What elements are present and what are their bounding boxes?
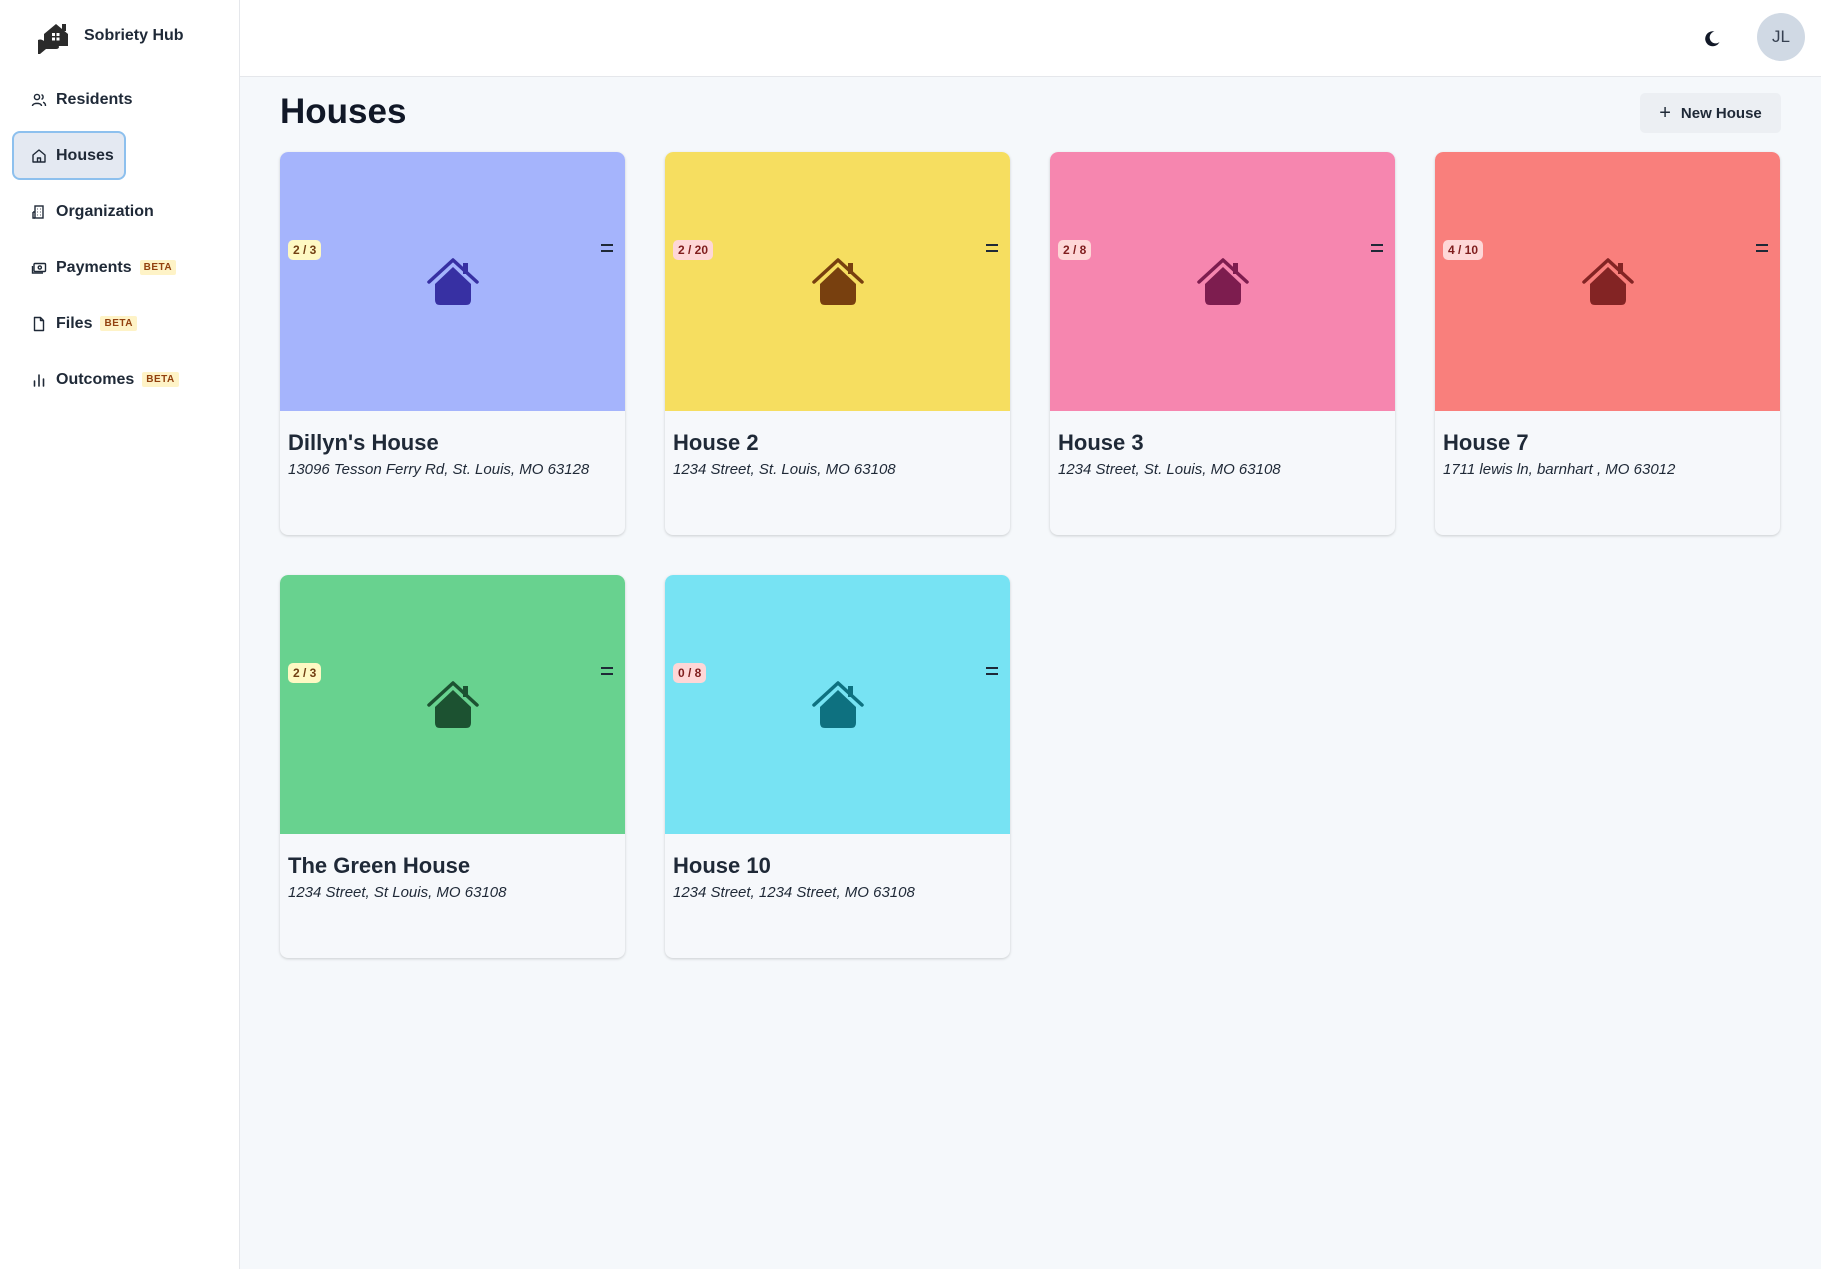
top-header: JL bbox=[240, 0, 1821, 77]
occupancy-badge: 2 / 3 bbox=[288, 240, 322, 260]
occupancy-badge: 2 / 20 bbox=[673, 240, 714, 260]
sidebar-item-label: Payments bbox=[56, 258, 132, 276]
drag-handle-icon[interactable] bbox=[1756, 244, 1768, 254]
drag-handle-icon[interactable] bbox=[1371, 244, 1383, 254]
house-card-body: House 7 1711 lewis ln, barnhart , MO 630… bbox=[1435, 411, 1780, 479]
house-icon bbox=[426, 257, 479, 305]
occupancy-badge: 2 / 8 bbox=[1058, 240, 1092, 260]
sidebar: Sobriety Hub Residents Houses Organizati… bbox=[0, 0, 240, 1269]
house-in-hand-logo bbox=[38, 24, 68, 54]
drag-handle-icon[interactable] bbox=[986, 244, 998, 254]
sidebar-item-residents[interactable]: Residents bbox=[14, 77, 226, 122]
sidebar-item-label: Files bbox=[56, 314, 93, 332]
avatar[interactable]: JL bbox=[1757, 13, 1805, 61]
house-name: House 10 bbox=[673, 853, 771, 878]
house-card-body: House 3 1234 Street, St. Louis, MO 63108 bbox=[1050, 411, 1395, 479]
house-card-body: House 2 1234 Street, St. Louis, MO 63108 bbox=[665, 411, 1010, 479]
app-name: Sobriety Hub bbox=[84, 27, 184, 44]
building-icon bbox=[31, 204, 47, 220]
file-icon bbox=[31, 316, 47, 332]
houses-grid: Dillyn's House 13096 Tesson Ferry Rd, St… bbox=[280, 152, 1781, 958]
sidebar-item-label: Residents bbox=[56, 90, 133, 108]
house-address: 1234 Street, St. Louis, MO 63108 bbox=[673, 461, 896, 478]
house-card-body: House 10 1234 Street, 1234 Street, MO 63… bbox=[665, 834, 1010, 902]
house-address: 1234 Street, 1234 Street, MO 63108 bbox=[673, 884, 915, 901]
house-card-body: The Green House 1234 Street, St Louis, M… bbox=[280, 834, 625, 902]
occupancy-badge: 0 / 8 bbox=[673, 663, 707, 683]
house-icon bbox=[426, 680, 479, 728]
house-card-image bbox=[280, 152, 625, 411]
house-card-image bbox=[1435, 152, 1780, 411]
sidebar-nav: Residents Houses Organization Payments B… bbox=[14, 77, 226, 413]
sidebar-item-outcomes[interactable]: Outcomes BETA bbox=[14, 357, 226, 402]
house-card-image bbox=[1050, 152, 1395, 411]
house-card-image bbox=[665, 152, 1010, 411]
drag-handle-icon[interactable] bbox=[986, 667, 998, 677]
house-name: Dillyn's House bbox=[288, 430, 439, 455]
home-icon bbox=[31, 148, 47, 164]
house-card[interactable]: The Green House 1234 Street, St Louis, M… bbox=[280, 575, 625, 958]
house-icon bbox=[1581, 257, 1634, 305]
beta-badge: BETA bbox=[139, 260, 177, 275]
new-house-label: New House bbox=[1680, 104, 1762, 122]
brand[interactable]: Sobriety Hub bbox=[36, 16, 184, 56]
sidebar-item-label: Outcomes bbox=[56, 370, 135, 388]
sidebar-item-organization[interactable]: Organization bbox=[14, 189, 226, 234]
house-card-image bbox=[665, 575, 1010, 834]
bar-chart-icon bbox=[31, 372, 47, 388]
occupancy-badge: 4 / 10 bbox=[1443, 240, 1484, 260]
house-name: House 3 bbox=[1058, 430, 1144, 455]
page-title: Houses bbox=[280, 92, 407, 131]
house-card[interactable]: Dillyn's House 13096 Tesson Ferry Rd, St… bbox=[280, 152, 625, 535]
sidebar-item-files[interactable]: Files BETA bbox=[14, 301, 226, 346]
house-name: House 2 bbox=[673, 430, 759, 455]
occupancy-badge: 2 / 3 bbox=[288, 663, 322, 683]
drag-handle-icon[interactable] bbox=[601, 667, 613, 677]
house-icon bbox=[1196, 257, 1249, 305]
sidebar-item-label: Houses bbox=[56, 146, 114, 164]
house-name: House 7 bbox=[1443, 430, 1529, 455]
house-address: 13096 Tesson Ferry Rd, St. Louis, MO 631… bbox=[288, 461, 590, 478]
plus-icon: + bbox=[1659, 102, 1671, 124]
payments-icon bbox=[31, 260, 47, 276]
new-house-button[interactable]: + New House bbox=[1640, 93, 1781, 133]
beta-badge: BETA bbox=[100, 316, 137, 331]
sidebar-item-label: Organization bbox=[56, 202, 154, 220]
house-address: 1234 Street, St. Louis, MO 63108 bbox=[1058, 461, 1281, 478]
house-card-image bbox=[280, 575, 625, 834]
house-address: 1711 lewis ln, barnhart , MO 63012 bbox=[1443, 461, 1676, 478]
users-icon bbox=[31, 92, 47, 108]
beta-badge: BETA bbox=[142, 372, 179, 387]
house-icon bbox=[811, 257, 864, 305]
sidebar-item-houses[interactable]: Houses bbox=[14, 133, 124, 178]
house-card[interactable]: House 2 1234 Street, St. Louis, MO 63108… bbox=[665, 152, 1010, 535]
house-card[interactable]: House 7 1711 lewis ln, barnhart , MO 630… bbox=[1435, 152, 1780, 535]
house-icon bbox=[811, 680, 864, 728]
drag-handle-icon[interactable] bbox=[601, 244, 613, 254]
sidebar-item-payments[interactable]: Payments BETA bbox=[14, 245, 226, 290]
moon-icon bbox=[1705, 31, 1720, 47]
house-card[interactable]: House 10 1234 Street, 1234 Street, MO 63… bbox=[665, 575, 1010, 958]
house-address: 1234 Street, St Louis, MO 63108 bbox=[288, 884, 507, 901]
house-card[interactable]: House 3 1234 Street, St. Louis, MO 63108… bbox=[1050, 152, 1395, 535]
house-name: The Green House bbox=[288, 853, 471, 878]
theme-toggle-button[interactable] bbox=[1694, 21, 1730, 57]
house-card-body: Dillyn's House 13096 Tesson Ferry Rd, St… bbox=[280, 411, 625, 479]
